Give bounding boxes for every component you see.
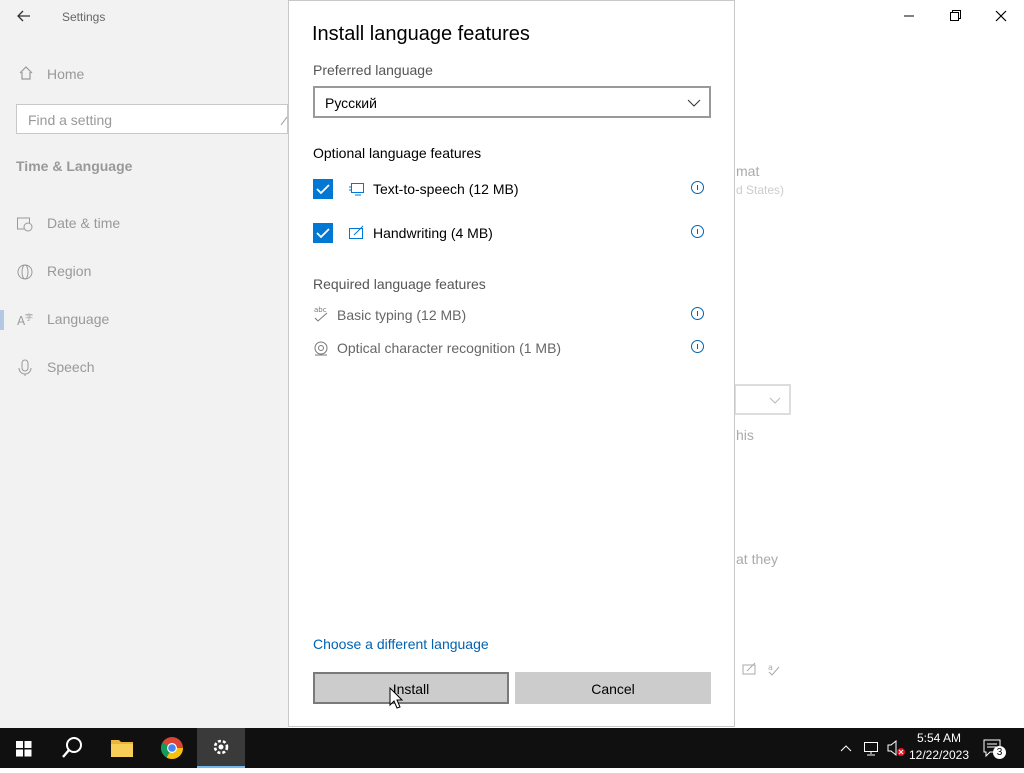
settings-search-input[interactable]: Find a setting xyxy=(16,104,288,134)
ocr-label: Optical character recognition (1 MB) xyxy=(337,340,562,356)
chevron-down-icon xyxy=(687,96,701,108)
file-explorer-icon[interactable] xyxy=(98,728,146,768)
handwriting-icon xyxy=(348,224,366,242)
selected-indicator xyxy=(0,310,4,330)
choose-different-language-link[interactable]: Choose a different language xyxy=(313,636,489,652)
preferred-language-label: Preferred language xyxy=(313,62,433,78)
sidebar: Settings Home Find a setting Time & Lang… xyxy=(0,0,288,728)
background-text-1: mat xyxy=(736,163,760,179)
handwriting-label: Handwriting (4 MB) xyxy=(373,225,493,241)
taskbar: 5:54 AM 12/22/2023 3 xyxy=(0,728,1024,768)
basic-typing-info-icon[interactable] xyxy=(691,307,704,320)
svg-text:a: a xyxy=(768,663,773,672)
background-text-2: d States) xyxy=(736,183,785,197)
back-arrow-icon[interactable] xyxy=(8,4,40,28)
settings-taskbar-icon[interactable] xyxy=(197,728,245,768)
handwriting-info-icon[interactable] xyxy=(691,225,704,238)
nav-label-speech: Speech xyxy=(47,359,95,375)
speech-icon xyxy=(348,180,366,198)
globe-icon xyxy=(16,263,34,281)
chevron-down-icon xyxy=(768,394,782,406)
svg-text:abc: abc xyxy=(314,306,327,314)
home-label: Home xyxy=(47,66,85,82)
chrome-icon[interactable] xyxy=(148,728,196,768)
background-spellcheck-icon: a xyxy=(766,662,782,676)
action-center-icon[interactable]: 3 xyxy=(982,738,1006,760)
background-handwriting-icon xyxy=(742,662,758,676)
search-icon[interactable] xyxy=(48,728,96,768)
abc-typing-icon: abc xyxy=(313,305,329,323)
microphone-icon xyxy=(16,359,34,377)
nav-item-region[interactable]: Region xyxy=(0,252,288,292)
background-dropdown xyxy=(734,384,791,415)
install-language-dialog: Install language features Preferred lang… xyxy=(288,0,735,727)
network-icon[interactable] xyxy=(862,739,880,757)
ocr-icon xyxy=(313,339,329,357)
background-text-3: his xyxy=(736,427,754,443)
mouse-cursor xyxy=(389,686,404,709)
install-button[interactable]: Install xyxy=(313,672,509,704)
clock-time: 5:54 AM xyxy=(916,731,962,745)
start-button[interactable] xyxy=(0,728,48,768)
calendar-clock-icon xyxy=(16,215,34,233)
ocr-info-icon[interactable] xyxy=(691,340,704,353)
notification-count-badge: 3 xyxy=(993,746,1006,759)
text-to-speech-info-icon[interactable] xyxy=(691,181,704,194)
search-placeholder: Find a setting xyxy=(28,112,113,128)
cancel-button[interactable]: Cancel xyxy=(515,672,711,704)
section-title: Time & Language xyxy=(16,158,133,174)
nav-label-region: Region xyxy=(47,263,92,279)
optional-features-header: Optional language features xyxy=(313,145,482,161)
window-title: Settings xyxy=(62,10,106,24)
volume-muted-icon[interactable] xyxy=(886,739,906,757)
home-nav[interactable]: Home xyxy=(0,58,288,90)
required-features-header: Required language features xyxy=(313,276,486,292)
dialog-title: Install language features xyxy=(312,23,530,45)
preferred-language-value: Русский xyxy=(325,95,377,111)
text-to-speech-checkbox[interactable] xyxy=(313,179,333,199)
nav-item-language[interactable]: A字 Language xyxy=(0,300,288,340)
background-text-4: at they xyxy=(736,551,779,567)
home-icon xyxy=(17,64,35,82)
chevron-up-icon[interactable] xyxy=(838,740,854,756)
close-button[interactable] xyxy=(978,4,1024,28)
clock[interactable]: 5:54 AM 12/22/2023 xyxy=(905,730,973,766)
nav-label-language: Language xyxy=(47,311,110,327)
minimize-button[interactable] xyxy=(886,4,932,28)
restore-button[interactable] xyxy=(932,4,978,28)
nav-label-date-time: Date & time xyxy=(47,215,121,231)
clock-date: 12/22/2023 xyxy=(908,748,970,762)
preferred-language-select[interactable]: Русский xyxy=(313,86,711,118)
basic-typing-label: Basic typing (12 MB) xyxy=(337,307,467,323)
text-to-speech-label: Text-to-speech (12 MB) xyxy=(373,181,519,197)
svg-text:字: 字 xyxy=(25,312,33,322)
nav-item-speech[interactable]: Speech xyxy=(0,348,288,388)
nav-item-date-time[interactable]: Date & time xyxy=(0,204,288,244)
handwriting-checkbox[interactable] xyxy=(313,223,333,243)
language-icon: A字 xyxy=(16,311,34,329)
